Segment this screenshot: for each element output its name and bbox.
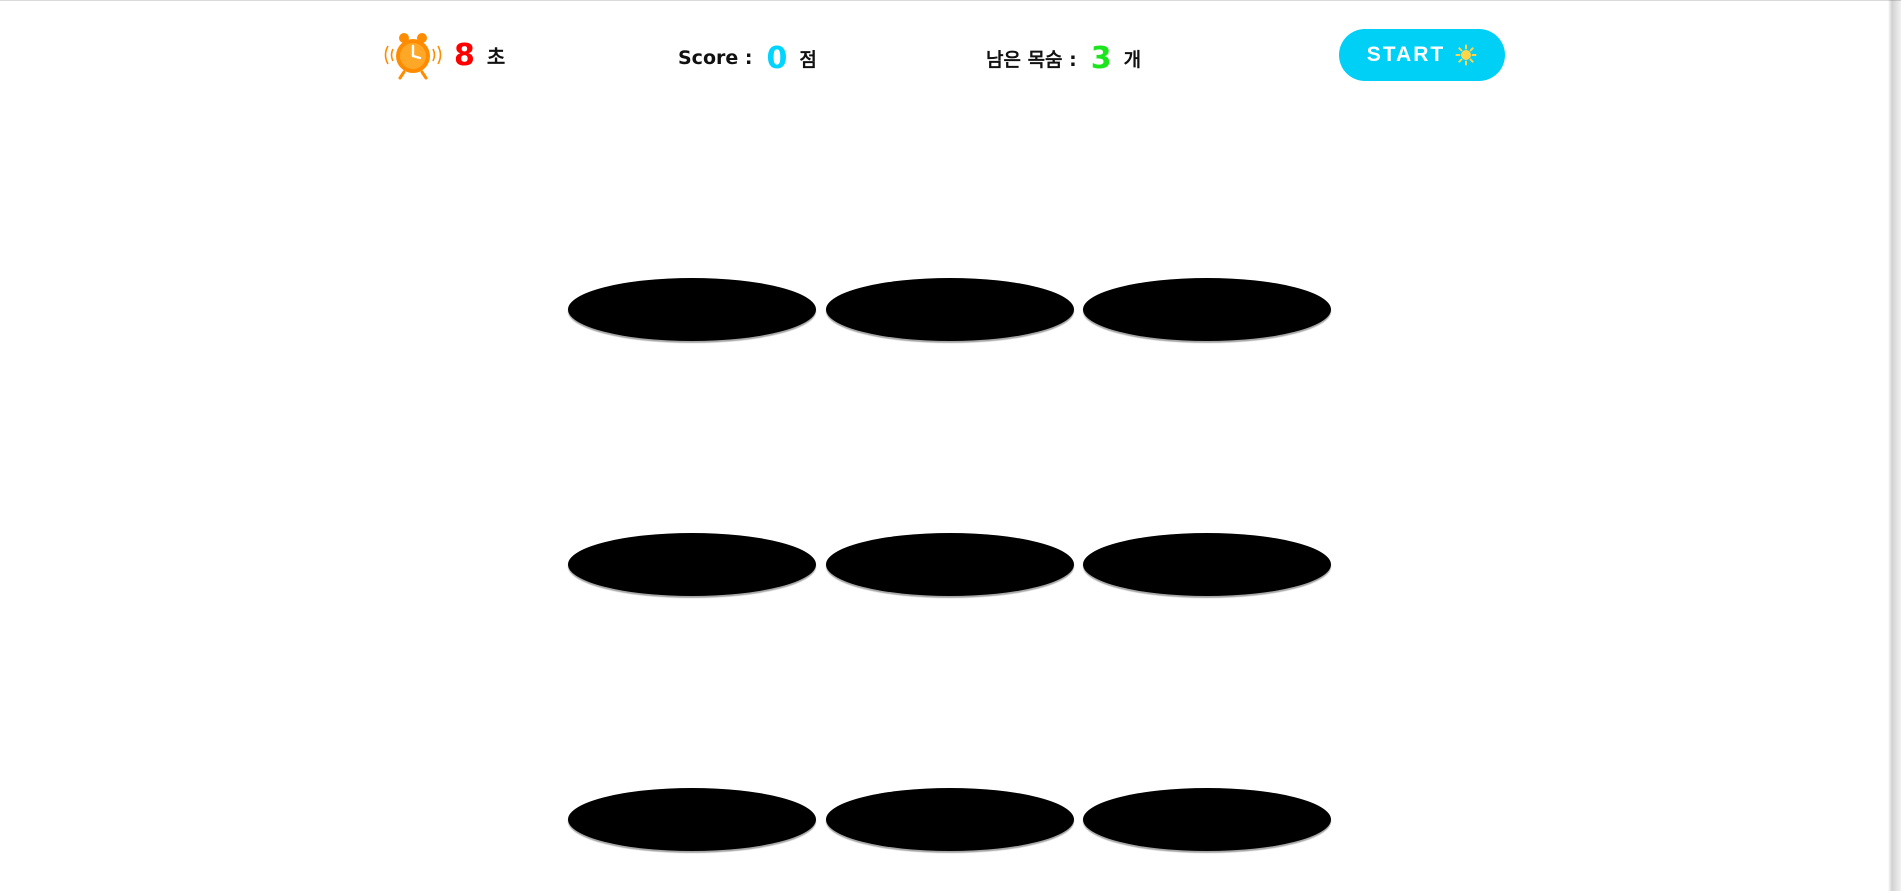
start-button-label: START — [1366, 43, 1446, 66]
mole-board — [568, 278, 1332, 851]
timer: 8 초 — [380, 30, 505, 80]
sun-icon — [1455, 44, 1477, 66]
mole-hole[interactable] — [826, 788, 1074, 851]
score-label: Score : — [678, 47, 753, 69]
start-button[interactable]: START — [1339, 29, 1505, 81]
timer-value: 8 — [454, 37, 475, 73]
lives-label: 남은 목숨 : — [986, 48, 1077, 71]
lives-value: 3 — [1090, 40, 1112, 76]
mole-hole[interactable] — [568, 788, 816, 851]
game-hud: 8 초 Score : 0 점 남은 목숨 : 3 개 START — [0, 0, 1901, 110]
page-edge-shadow — [1888, 0, 1901, 891]
lives-display: 남은 목숨 : 3 개 — [986, 38, 1141, 78]
score-display: Score : 0 점 — [678, 38, 817, 78]
score-value: 0 — [766, 40, 788, 76]
timer-unit: 초 — [486, 44, 506, 69]
score-unit: 점 — [799, 48, 817, 71]
mole-hole[interactable] — [568, 533, 816, 596]
mole-hole[interactable] — [1083, 533, 1331, 596]
mole-hole[interactable] — [826, 278, 1074, 341]
mole-hole[interactable] — [568, 278, 816, 341]
mole-hole[interactable] — [1083, 278, 1331, 341]
alarm-clock-icon — [384, 33, 442, 80]
lives-unit: 개 — [1123, 48, 1142, 71]
mole-hole[interactable] — [1083, 788, 1331, 851]
mole-hole[interactable] — [826, 533, 1074, 596]
